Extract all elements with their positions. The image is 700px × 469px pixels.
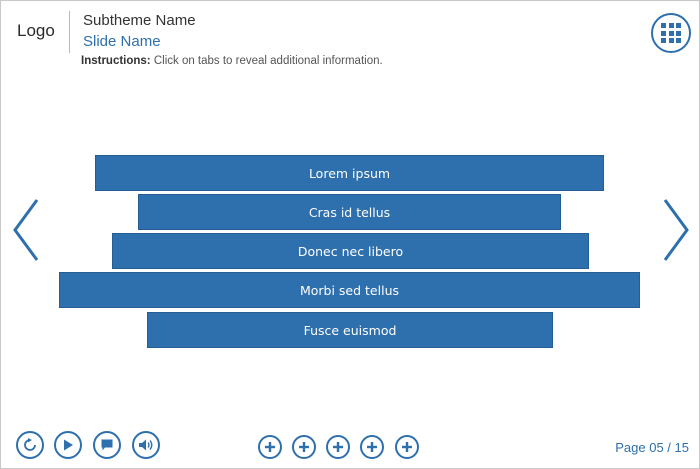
instructions-label: Instructions: — [81, 55, 151, 67]
chevron-right-icon — [663, 199, 689, 261]
menu-button[interactable] — [651, 13, 691, 53]
play-button[interactable] — [54, 431, 82, 459]
replay-button[interactable] — [16, 431, 44, 459]
slide-name: Slide Name — [83, 33, 161, 50]
previous-button[interactable] — [11, 198, 43, 262]
plus-button-2[interactable] — [292, 435, 316, 459]
plus-button-5[interactable] — [395, 435, 419, 459]
plus-button-1[interactable] — [258, 435, 282, 459]
tab-5[interactable]: Fusce euismod — [147, 312, 553, 348]
tab-4[interactable]: Morbi sed tellus — [59, 272, 640, 308]
plus-icon — [402, 442, 412, 452]
chevron-left-icon — [13, 199, 39, 261]
plus-icon — [299, 442, 309, 452]
play-icon — [64, 439, 73, 451]
instructions-text: Click on tabs to reveal additional infor… — [150, 55, 383, 67]
plus-icon — [367, 442, 377, 452]
instructions: Instructions: Click on tabs to reveal ad… — [81, 55, 383, 67]
slide-frame: Logo Subtheme Name Slide Name Instructio… — [0, 0, 700, 469]
page-counter: Page 05 / 15 — [615, 440, 689, 455]
next-button[interactable] — [659, 198, 691, 262]
replay-icon — [24, 438, 36, 451]
transcript-button[interactable] — [93, 431, 121, 459]
plus-icon — [265, 442, 275, 452]
subtheme-name: Subtheme Name — [83, 12, 196, 29]
header-divider — [69, 11, 70, 53]
plus-icon — [333, 442, 343, 452]
plus-button-3[interactable] — [326, 435, 350, 459]
tab-1[interactable]: Lorem ipsum — [95, 155, 604, 191]
volume-icon — [139, 439, 153, 451]
plus-button-4[interactable] — [360, 435, 384, 459]
tab-3[interactable]: Donec nec libero — [112, 233, 589, 269]
chat-icon — [101, 439, 113, 451]
grid-icon — [661, 23, 681, 43]
tab-2[interactable]: Cras id tellus — [138, 194, 561, 230]
logo: Logo — [17, 21, 55, 40]
volume-button[interactable] — [132, 431, 160, 459]
